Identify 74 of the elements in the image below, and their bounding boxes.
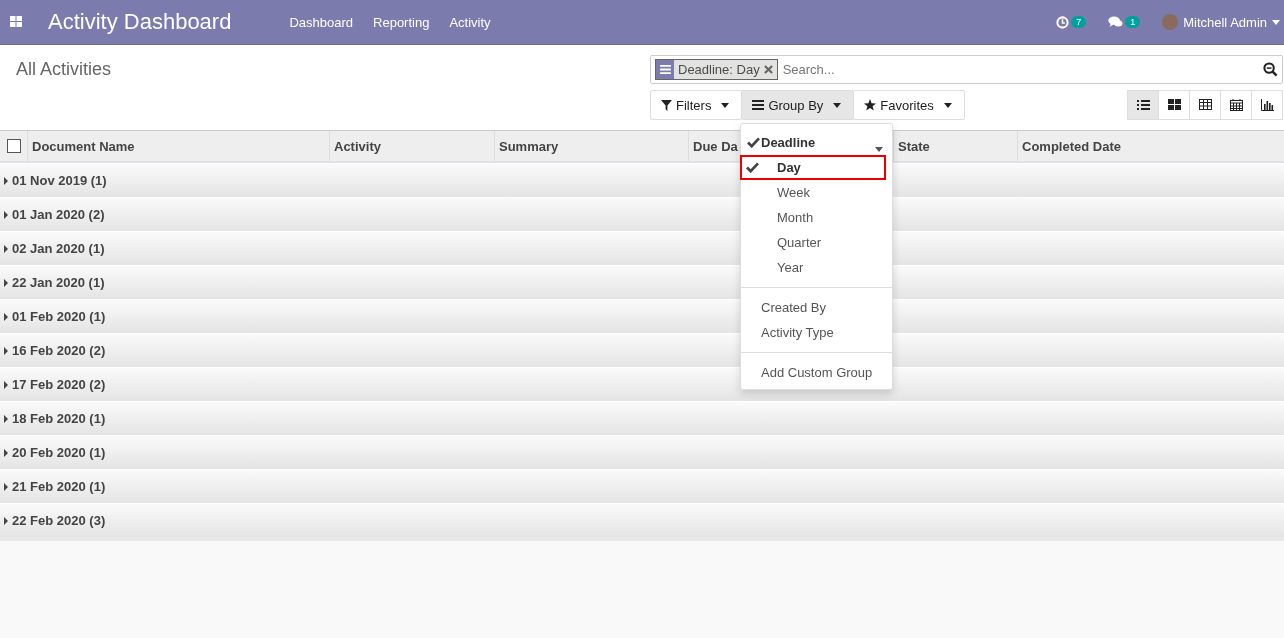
expand-caret-icon xyxy=(4,448,8,457)
column-header[interactable]: Completed Date xyxy=(1017,131,1284,161)
group-label[interactable]: 02 Jan 2020 (1) xyxy=(12,241,105,256)
user-menu[interactable]: Mitchell Admin xyxy=(1183,14,1267,30)
expand-caret-icon xyxy=(4,244,8,253)
close-icon[interactable] xyxy=(763,65,773,74)
group-label[interactable]: 01 Feb 2020 (1) xyxy=(12,309,106,324)
expand-caret-icon xyxy=(4,346,8,355)
column-header[interactable]: Document Name xyxy=(27,131,329,161)
expand-caret-icon xyxy=(4,176,8,185)
expand-caret-icon xyxy=(4,414,8,423)
menu-item[interactable]: Deadline xyxy=(741,130,892,155)
select-all-checkbox[interactable] xyxy=(6,139,21,153)
column-header[interactable]: Summary xyxy=(494,131,688,161)
search-field[interactable]: Deadline: Day Search... xyxy=(650,55,1283,84)
search-facet[interactable]: Deadline: Day xyxy=(655,59,778,80)
menu-item[interactable]: Year xyxy=(741,255,892,280)
expand-caret-icon xyxy=(4,380,8,389)
menu-icon xyxy=(752,100,765,110)
group-label[interactable]: 01 Jan 2020 (2) xyxy=(12,207,105,222)
group-label[interactable]: 20 Feb 2020 (1) xyxy=(12,445,106,460)
filter-icon xyxy=(661,99,672,111)
group-label[interactable]: 22 Feb 2020 (3) xyxy=(12,513,106,528)
expand-caret-icon xyxy=(4,210,8,219)
menu-item[interactable]: Month xyxy=(741,205,892,230)
caret-icon xyxy=(721,102,730,108)
clock-icon[interactable] xyxy=(1056,15,1070,29)
group-label[interactable]: 01 Nov 2019 (1) xyxy=(12,173,107,188)
expand-caret-icon xyxy=(4,278,8,287)
kanban-view-button[interactable] xyxy=(1158,90,1190,120)
chat-icon[interactable] xyxy=(1108,16,1124,28)
expand-caret-icon xyxy=(4,482,8,491)
expand-caret-icon xyxy=(4,312,8,321)
message-count-badge: 1 xyxy=(1125,16,1141,28)
star-icon xyxy=(864,99,877,111)
caret-icon xyxy=(1272,19,1280,25)
group-label[interactable]: 22 Jan 2020 (1) xyxy=(12,275,105,290)
list-icon xyxy=(1136,100,1150,110)
group-label[interactable]: 18 Feb 2020 (1) xyxy=(12,411,106,426)
group-label[interactable]: 21 Feb 2020 (1) xyxy=(12,479,106,494)
app-title: Activity Dashboard xyxy=(48,9,232,35)
kanban-icon xyxy=(1167,99,1181,110)
group-label[interactable]: 17 Feb 2020 (2) xyxy=(12,377,106,392)
caret-icon xyxy=(833,102,842,108)
menu-link[interactable]: Reporting xyxy=(363,14,440,30)
column-header[interactable]: Activity xyxy=(329,131,494,161)
calendar-view-button[interactable] xyxy=(1220,90,1252,120)
menu-icon xyxy=(659,65,671,74)
graph-view-button[interactable] xyxy=(1251,90,1283,120)
menu-item[interactable]: Quarter xyxy=(741,230,892,255)
pivot-view-button[interactable] xyxy=(1189,90,1221,120)
calendar-icon xyxy=(1229,99,1243,111)
menu-item[interactable]: Add Custom Group xyxy=(741,360,892,385)
bar-chart-icon xyxy=(1260,99,1274,111)
menu-item[interactable]: Created By xyxy=(741,295,892,320)
group-label[interactable]: 16 Feb 2020 (2) xyxy=(12,343,106,358)
favorites-button[interactable]: Favorites xyxy=(853,90,965,120)
breadcrumb: All Activities xyxy=(16,59,113,81)
expand-caret-icon xyxy=(4,516,8,525)
filters-button[interactable]: Filters xyxy=(650,90,743,120)
avatar xyxy=(1162,14,1179,30)
search-icon[interactable] xyxy=(1263,62,1278,77)
table-icon xyxy=(1198,99,1212,111)
group-by-button[interactable]: Group By xyxy=(741,90,855,120)
caret-icon xyxy=(943,102,952,108)
menu-item[interactable]: Day xyxy=(740,155,886,180)
menu-link[interactable]: Activity xyxy=(439,14,501,30)
activity-count-badge: 7 xyxy=(1071,16,1087,28)
list-view-button[interactable] xyxy=(1127,90,1159,120)
apps-menu-icon[interactable] xyxy=(10,16,22,28)
caret-icon xyxy=(875,147,883,152)
menu-item[interactable]: Activity Type xyxy=(741,320,892,345)
menu-item[interactable]: Week xyxy=(741,180,892,205)
menu-link[interactable]: Dashboard xyxy=(279,14,364,30)
